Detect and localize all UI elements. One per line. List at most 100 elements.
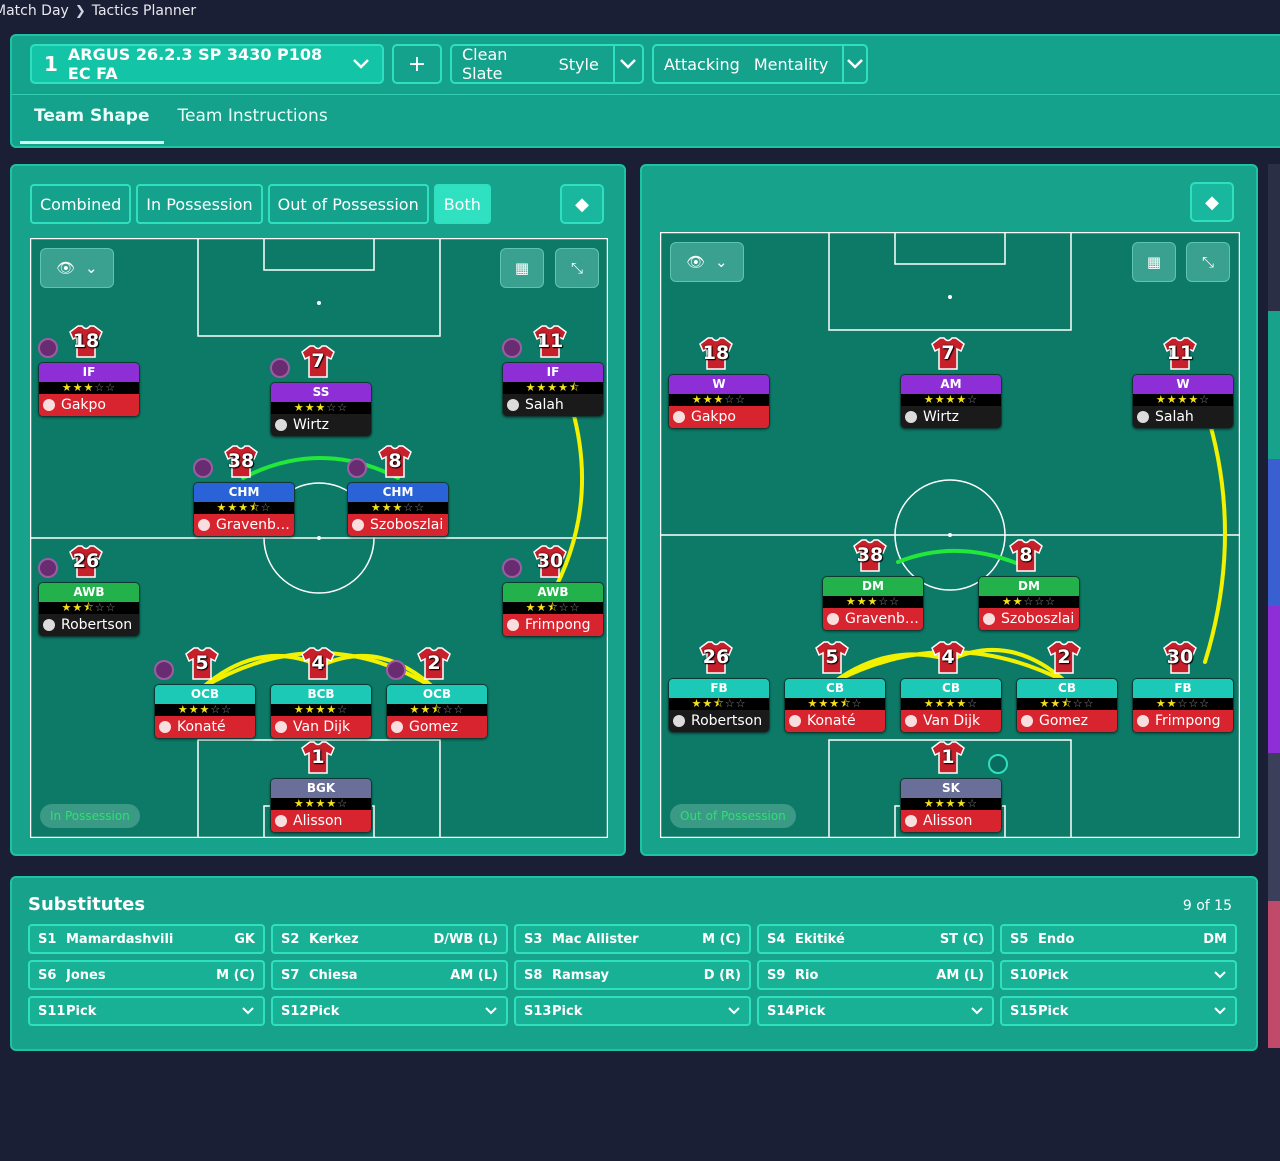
grid-toggle-button[interactable]: ▦ (500, 248, 544, 288)
shirt-number: 11 (536, 330, 564, 352)
grid-toggle-button[interactable]: ▦ (1132, 242, 1176, 282)
substitute-slot[interactable]: S12 Pick (271, 996, 508, 1026)
player-card[interactable]: 1 SK ★★★★☆ Alisson (900, 740, 1008, 833)
player-card[interactable]: 2 OCB ★★⯪☆☆ Gomez (386, 646, 488, 739)
eye-icon: 👁 (686, 253, 706, 271)
player-card[interactable]: 8 CHM ★★★☆☆ Szoboszlai (347, 444, 449, 537)
shirt-icon: 7 (300, 344, 336, 378)
view-mode-both[interactable]: Both (433, 184, 491, 224)
player-status-icon (38, 558, 58, 578)
player-card[interactable]: 26 FB ★★⯪☆☆ Robertson (668, 640, 770, 733)
player-card[interactable]: 5 CB ★★★⯪☆ Konaté (784, 640, 886, 733)
player-card[interactable]: 18 W ★★★☆☆ Gakpo (668, 336, 770, 429)
substitute-slot[interactable]: S11 Pick (28, 996, 265, 1026)
role-rating-stars: ★★☆☆☆ (979, 596, 1079, 608)
person-icon (275, 721, 287, 733)
substitute-slot[interactable]: S15 Pick (1000, 996, 1237, 1026)
player-card[interactable]: 26 AWB ★★⯪☆☆ Robertson (38, 544, 140, 637)
add-tactic-button[interactable]: + (392, 44, 442, 84)
player-card[interactable]: 18 IF ★★★☆☆ Gakpo (38, 324, 140, 417)
view-mode-combined[interactable]: Combined (30, 184, 132, 224)
diamond-icon[interactable]: ◆ (1190, 182, 1234, 222)
substitute-slot[interactable]: S5 Endo DM (1000, 924, 1237, 954)
player-card[interactable]: 7 SS ★★★☆☆ Wirtz (270, 344, 372, 437)
tab-team-shape[interactable]: Team Shape (20, 94, 164, 144)
tactic-name: ARGUS 26.2.3 SP 3430 P108 EC FA (67, 45, 323, 83)
substitute-slot[interactable]: S10 Pick (1000, 960, 1237, 990)
role-rating-stars: ★★★☆☆ (271, 402, 371, 414)
player-name: Szoboszlai (370, 517, 444, 533)
substitute-slot[interactable]: S8 Ramsay D (R) (514, 960, 751, 990)
shirt-number: 7 (941, 342, 955, 364)
expand-button[interactable]: ⤡ (1186, 242, 1230, 282)
player-card[interactable]: 38 CHM ★★★⯪☆ Gravenber... (193, 444, 295, 537)
shirt-number: 5 (825, 646, 839, 668)
sub-slot-label: S13 (524, 1003, 552, 1019)
substitute-slot[interactable]: S4 Ekitiké ST (C) (757, 924, 994, 954)
substitute-slot[interactable]: S14 Pick (757, 996, 994, 1026)
shirt-icon: 4 (300, 646, 336, 680)
view-mode-out-of-possession[interactable]: Out of Possession (267, 184, 429, 224)
player-card[interactable]: 8 DM ★★☆☆☆ Szoboszlai (978, 538, 1080, 631)
player-card[interactable]: 11 W ★★★★☆ Salah (1132, 336, 1234, 429)
expand-button[interactable]: ⤡ (555, 248, 599, 288)
player-card[interactable]: 30 AWB ★★⯪☆☆ Frimpong (502, 544, 604, 637)
player-card[interactable]: 11 IF ★★★★⯪ Salah (502, 324, 604, 417)
grid-icon: ▦ (514, 259, 530, 277)
tactic-header-panel: 1 ARGUS 26.2.3 SP 3430 P108 EC FA + Clea… (10, 34, 1280, 148)
player-name: Van Dijk (923, 713, 981, 729)
shirt-icon: 30 (1162, 640, 1198, 674)
player-card[interactable]: 30 FB ★★☆☆☆ Frimpong (1132, 640, 1234, 733)
player-status-icon (193, 458, 213, 478)
shirt-number: 38 (856, 544, 884, 566)
shirt-icon: 8 (1008, 538, 1044, 572)
eye-icon: 👁 (56, 259, 76, 277)
pitch-out-of-possession: 18 W ★★★☆☆ Gakpo 7 AM ★★★★☆ Wirtz 11 W ★★★★☆ Salah 3… (660, 232, 1240, 838)
substitute-slot[interactable]: S6 Jones M (C) (28, 960, 265, 990)
sub-slot-label: S4 (767, 931, 786, 947)
player-card[interactable]: 2 CB ★★⯪☆☆ Gomez (1016, 640, 1118, 733)
mentality-selector[interactable]: Attacking Mentality (652, 44, 868, 84)
chevron-down-icon[interactable] (842, 46, 866, 82)
shirt-icon: 8 (377, 444, 413, 478)
style-selector[interactable]: Clean Slate Style (450, 44, 644, 84)
pitch-in-possession: 18 IF ★★★☆☆ Gakpo 7 SS ★★★☆☆ Wirtz 11 IF ★★★★⯪ Sala… (30, 238, 608, 838)
visibility-dropdown[interactable]: 👁 ⌄ (670, 242, 744, 282)
view-mode-tabs: Combined In Possession Out of Possession… (30, 184, 491, 224)
tab-team-instructions[interactable]: Team Instructions (164, 94, 342, 144)
person-icon (507, 399, 519, 411)
shirt-icon: 18 (698, 336, 734, 370)
chevron-down-icon[interactable] (612, 46, 642, 82)
player-role: DM (823, 577, 923, 596)
substitute-slot[interactable]: S13 Pick (514, 996, 751, 1026)
role-rating-stars: ★★☆☆☆ (1133, 698, 1233, 710)
role-rating-stars: ★★★☆☆ (39, 382, 139, 394)
style-value: Clean Slate (462, 45, 508, 83)
player-card[interactable]: 5 OCB ★★★☆☆ Konaté (154, 646, 256, 739)
substitute-slot[interactable]: S7 Chiesa AM (L) (271, 960, 508, 990)
substitute-slot[interactable]: S3 Mac Allister M (C) (514, 924, 751, 954)
player-card[interactable]: 7 AM ★★★★☆ Wirtz (900, 336, 1002, 429)
player-role: W (1133, 375, 1233, 394)
substitutes-grid: S1 Mamardashvili GK S2 Kerkez D/WB (L) S3 Mac A… (28, 924, 1238, 1026)
chevron-right-icon: ❯ (74, 3, 86, 19)
chevron-down-icon (352, 55, 370, 74)
substitute-slot[interactable]: S2 Kerkez D/WB (L) (271, 924, 508, 954)
chevron-down-icon (1213, 1004, 1227, 1018)
substitute-slot[interactable]: S9 Rio AM (L) (757, 960, 994, 990)
tactic-selector[interactable]: 1 ARGUS 26.2.3 SP 3430 P108 EC FA (30, 44, 384, 84)
player-card[interactable]: 4 BCB ★★★★☆ Van Dijk (270, 646, 372, 739)
player-card[interactable]: 4 CB ★★★★☆ Van Dijk (900, 640, 1002, 733)
player-card[interactable]: 1 BGK ★★★★☆ Alisson (270, 740, 372, 833)
player-role: OCB (155, 685, 255, 704)
grid-icon: ▦ (1146, 253, 1162, 271)
breadcrumb-parent[interactable]: Match Day (0, 3, 69, 19)
diamond-icon[interactable]: ◆ (560, 184, 604, 224)
pitch-panel-left: Combined In Possession Out of Possession… (10, 164, 626, 856)
substitute-slot[interactable]: S1 Mamardashvili GK (28, 924, 265, 954)
player-role: AWB (39, 583, 139, 602)
player-name: Frimpong (1155, 713, 1221, 729)
view-mode-in-possession[interactable]: In Possession (136, 184, 263, 224)
player-card[interactable]: 38 DM ★★★☆☆ Gravenber... (822, 538, 924, 631)
visibility-dropdown[interactable]: 👁 ⌄ (40, 248, 114, 288)
